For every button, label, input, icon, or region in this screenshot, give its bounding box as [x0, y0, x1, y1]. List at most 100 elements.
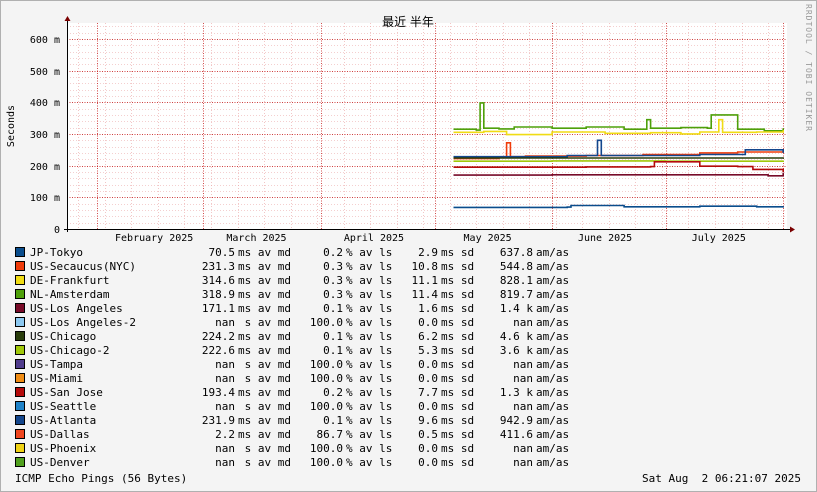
legend-avg-unit: ms av md — [238, 330, 291, 343]
legend-sd: 0.0 — [418, 358, 438, 371]
legend-sd: 2.9 — [418, 246, 438, 259]
legend-sd-unit: ms sd — [441, 456, 475, 469]
legend-row: US-Miami nan s av md 100.0% av ls 0.0 ms sd n… — [15, 372, 615, 386]
legend-avg: nan — [215, 358, 235, 371]
plot-area — [67, 23, 787, 229]
legend-avg-unit: ms av md — [238, 344, 291, 357]
legend-avg: 193.4 — [201, 386, 235, 399]
chart-title: 最近 半年 — [382, 15, 434, 29]
legend-am-unit: am/as — [536, 274, 570, 287]
legend-loss: 0.1 — [323, 330, 343, 343]
y-tick-label: 0 — [54, 225, 60, 236]
legend-loss-unit: % av ls — [346, 414, 393, 427]
footer-timestamp: Sat Aug 2 06:21:07 2025 — [642, 472, 801, 485]
legend-loss-unit: % av ls — [346, 260, 393, 273]
legend-avg-unit: s av md — [238, 456, 291, 469]
legend-avg: 318.9 — [201, 288, 235, 301]
legend-avg: 2.2 — [215, 428, 235, 441]
legend-avg: 70.5 — [208, 246, 236, 259]
legend-swatch — [15, 275, 25, 285]
legend-avg-unit: ms av md — [238, 386, 291, 399]
legend-am: 3.6 k — [499, 344, 533, 357]
legend-am-unit: am/as — [536, 442, 570, 455]
legend-row: JP-Tokyo 70.5 ms av md 0.2% av ls 2.9 ms sd 63… — [15, 246, 615, 260]
x-tick-label: July 2025 — [692, 233, 746, 244]
legend-am-unit: am/as — [536, 316, 570, 329]
y-tick-label: 600 m — [30, 35, 60, 46]
legend-loss: 100.0 — [309, 400, 343, 413]
legend-name: US-Chicago-2 — [30, 344, 110, 357]
legend-row: US-Secaucus(NYC) 231.3 ms av md 0.3% av ls 1… — [15, 260, 615, 274]
legend-avg-unit: s av md — [238, 372, 291, 385]
legend-sd: 0.0 — [418, 400, 438, 413]
legend-swatch — [15, 303, 25, 313]
legend-row: US-Denver nan s av md 100.0% av ls 0.0 ms sd… — [15, 456, 615, 470]
legend-loss-unit: % av ls — [346, 302, 393, 315]
legend-loss-unit: % av ls — [346, 344, 393, 357]
x-tick-label: March 2025 — [226, 233, 286, 244]
legend-row: US-Dallas 2.2 ms av md 86.7% av ls 0.5 ms sd 4… — [15, 428, 615, 442]
legend-loss: 0.3 — [323, 260, 343, 273]
legend-swatch — [15, 331, 25, 341]
legend-am: 942.9 — [499, 414, 533, 427]
legend-sd: 11.1 — [411, 274, 439, 287]
legend-loss: 0.2 — [323, 246, 343, 259]
legend-am-unit: am/as — [536, 288, 570, 301]
legend: JP-Tokyo 70.5 ms av md 0.2% av ls 2.9 ms sd 63… — [15, 246, 615, 470]
legend-sd-unit: ms sd — [441, 246, 475, 259]
legend-loss: 100.0 — [309, 316, 343, 329]
legend-avg: 231.3 — [201, 260, 235, 273]
legend-avg: 314.6 — [201, 274, 235, 287]
footer-description: ICMP Echo Pings (56 Bytes) — [15, 472, 188, 485]
legend-swatch — [15, 359, 25, 369]
legend-am-unit: am/as — [536, 372, 570, 385]
legend-sd-unit: ms sd — [441, 288, 475, 301]
legend-am-unit: am/as — [536, 428, 570, 441]
y-tick-label: 300 m — [30, 130, 60, 141]
legend-loss-unit: % av ls — [346, 428, 393, 441]
legend-avg: nan — [215, 456, 235, 469]
legend-avg: 171.1 — [201, 302, 235, 315]
legend-loss-unit: % av ls — [346, 274, 393, 287]
legend-name: NL-Amsterdam — [30, 288, 110, 301]
latency-chart: 0 100 m 200 m 300 m 400 m 500 m 600 m February … — [6, 4, 813, 244]
legend-loss-unit: % av ls — [346, 288, 393, 301]
legend-swatch — [15, 401, 25, 411]
legend-loss-unit: % av ls — [346, 316, 393, 329]
legend-row: US-Chicago 224.2 ms av md 0.1% av ls 6.2 ms s… — [15, 330, 615, 344]
legend-sd-unit: ms sd — [441, 302, 475, 315]
legend-am: 544.8 — [499, 260, 533, 273]
legend-row: US-Los Angeles 171.1 ms av md 0.1% av ls 1.6… — [15, 302, 615, 316]
legend-am-unit: am/as — [536, 386, 570, 399]
legend-loss-unit: % av ls — [346, 456, 393, 469]
legend-avg-unit: ms av md — [238, 428, 291, 441]
legend-name: US-Los Angeles-2 — [30, 316, 136, 329]
x-axis-arrow — [790, 226, 795, 233]
legend-avg-unit: ms av md — [238, 274, 291, 287]
legend-swatch — [15, 387, 25, 397]
legend-loss: 86.7 — [316, 428, 344, 441]
legend-am-unit: am/as — [536, 330, 570, 343]
legend-avg-unit: s av md — [238, 358, 291, 371]
legend-row: NL-Amsterdam 318.9 ms av md 0.3% av ls 11.4 m… — [15, 288, 615, 302]
legend-loss: 0.1 — [323, 344, 343, 357]
legend-am: nan — [513, 316, 533, 329]
legend-avg: 224.2 — [201, 330, 235, 343]
legend-am: nan — [513, 400, 533, 413]
legend-sd-unit: ms sd — [441, 372, 475, 385]
legend-swatch — [15, 289, 25, 299]
x-tick-label: May 2025 — [464, 233, 512, 244]
legend-row: US-Chicago-2 222.6 ms av md 0.1% av ls 5.3 ms… — [15, 344, 615, 358]
legend-sd: 0.0 — [418, 372, 438, 385]
legend-loss: 0.2 — [323, 386, 343, 399]
legend-avg-unit: ms av md — [238, 246, 291, 259]
legend-sd-unit: ms sd — [441, 414, 475, 427]
legend-name: DE-Frankfurt — [30, 274, 110, 287]
legend-sd: 0.0 — [418, 316, 438, 329]
legend-am-unit: am/as — [536, 344, 570, 357]
legend-avg-unit: ms av md — [238, 302, 291, 315]
legend-am-unit: am/as — [536, 260, 570, 273]
legend-name: US-Phoenix — [30, 442, 97, 455]
legend-sd: 5.3 — [418, 344, 438, 357]
legend-sd-unit: ms sd — [441, 316, 475, 329]
